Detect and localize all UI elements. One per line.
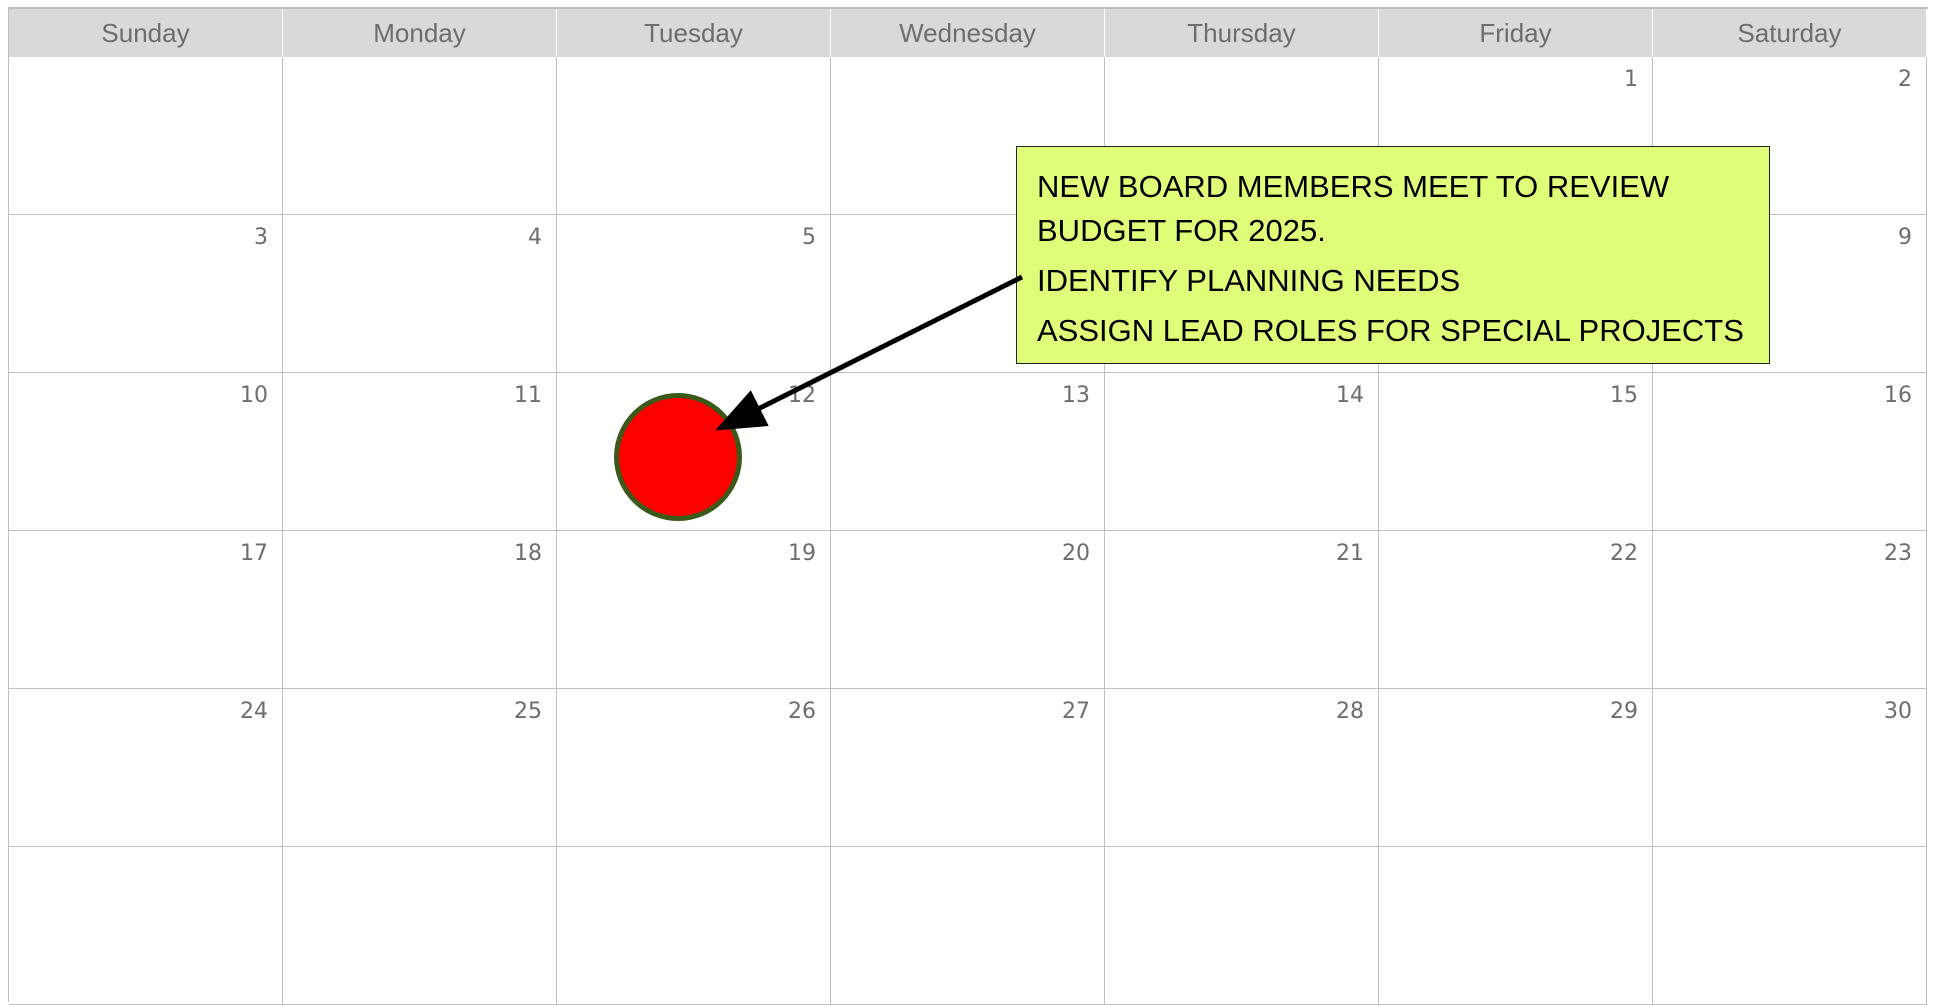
day-cell[interactable] [9,847,283,1005]
weekday-header-wednesday: Wednesday [831,9,1105,57]
day-cell[interactable]: 15 [1379,373,1653,531]
day-cell[interactable]: 13 [831,373,1105,531]
day-cell[interactable]: 28 [1105,689,1379,847]
day-cell[interactable] [283,847,557,1005]
day-cell[interactable]: 23 [1653,531,1927,689]
day-number: 27 [1062,699,1090,724]
day-number: 19 [788,541,816,566]
day-cell[interactable] [9,57,283,215]
day-number: 17 [240,541,268,566]
note-line-1: NEW BOARD MEMBERS MEET TO REVIEW [1037,169,1670,204]
day-cell[interactable]: 20 [831,531,1105,689]
day-cell[interactable]: 18 [283,531,557,689]
weekday-header-monday: Monday [283,9,557,57]
day-cell[interactable]: 11 [283,373,557,531]
day-number: 15 [1610,383,1638,408]
day-number: 26 [788,699,816,724]
day-cell[interactable]: 29 [1379,689,1653,847]
weekday-header-thursday: Thursday [1105,9,1379,57]
day-number: 16 [1884,383,1912,408]
day-number: 28 [1336,699,1364,724]
day-number: 18 [514,541,542,566]
day-cell[interactable]: 4 [283,215,557,373]
day-number: 13 [1062,383,1090,408]
day-cell[interactable] [1105,847,1379,1005]
day-number: 30 [1884,699,1912,724]
day-number: 12 [788,383,816,408]
note-line-4: ASSIGN LEAD ROLES FOR SPECIAL PROJECTS [1037,313,1744,348]
day-cell[interactable]: 19 [557,531,831,689]
day-cell[interactable] [1379,847,1653,1005]
day-cell[interactable]: 27 [831,689,1105,847]
day-number: 5 [802,225,816,250]
day-cell[interactable]: 30 [1653,689,1927,847]
day-number: 1 [1624,67,1638,92]
note-line-3: IDENTIFY PLANNING NEEDS [1037,263,1461,298]
day-cell[interactable] [557,847,831,1005]
day-number: 3 [254,225,268,250]
weekday-header-saturday: Saturday [1653,9,1927,57]
day-number: 24 [240,699,268,724]
event-note-callout[interactable]: NEW BOARD MEMBERS MEET TO REVIEW BUDGET … [1016,146,1770,364]
day-cell[interactable]: 17 [9,531,283,689]
day-cell[interactable]: 22 [1379,531,1653,689]
day-cell[interactable]: 21 [1105,531,1379,689]
weekday-header-friday: Friday [1379,9,1653,57]
day-cell[interactable] [1653,847,1927,1005]
day-cell[interactable]: 3 [9,215,283,373]
day-cell[interactable]: 26 [557,689,831,847]
day-cell[interactable]: 14 [1105,373,1379,531]
day-number: 14 [1336,383,1364,408]
day-number: 23 [1884,541,1912,566]
day-cell[interactable]: 10 [9,373,283,531]
day-number: 25 [514,699,542,724]
day-cell[interactable] [557,57,831,215]
day-number: 11 [514,383,542,408]
day-cell[interactable]: 25 [283,689,557,847]
day-cell[interactable]: 24 [9,689,283,847]
note-line-2: BUDGET FOR 2025. [1037,213,1326,248]
day-number: 21 [1336,541,1364,566]
day-number: 4 [528,225,542,250]
day-cell[interactable]: 5 [557,215,831,373]
day-cell[interactable] [283,57,557,215]
weekday-header-tuesday: Tuesday [557,9,831,57]
day-number: 9 [1898,225,1912,250]
weekday-header-sunday: Sunday [9,9,283,57]
event-marker-circle[interactable] [614,393,742,521]
day-number: 10 [240,383,268,408]
day-number: 22 [1610,541,1638,566]
day-cell[interactable] [831,847,1105,1005]
day-number: 29 [1610,699,1638,724]
day-number: 2 [1898,67,1912,92]
day-number: 20 [1062,541,1090,566]
day-cell[interactable]: 16 [1653,373,1927,531]
